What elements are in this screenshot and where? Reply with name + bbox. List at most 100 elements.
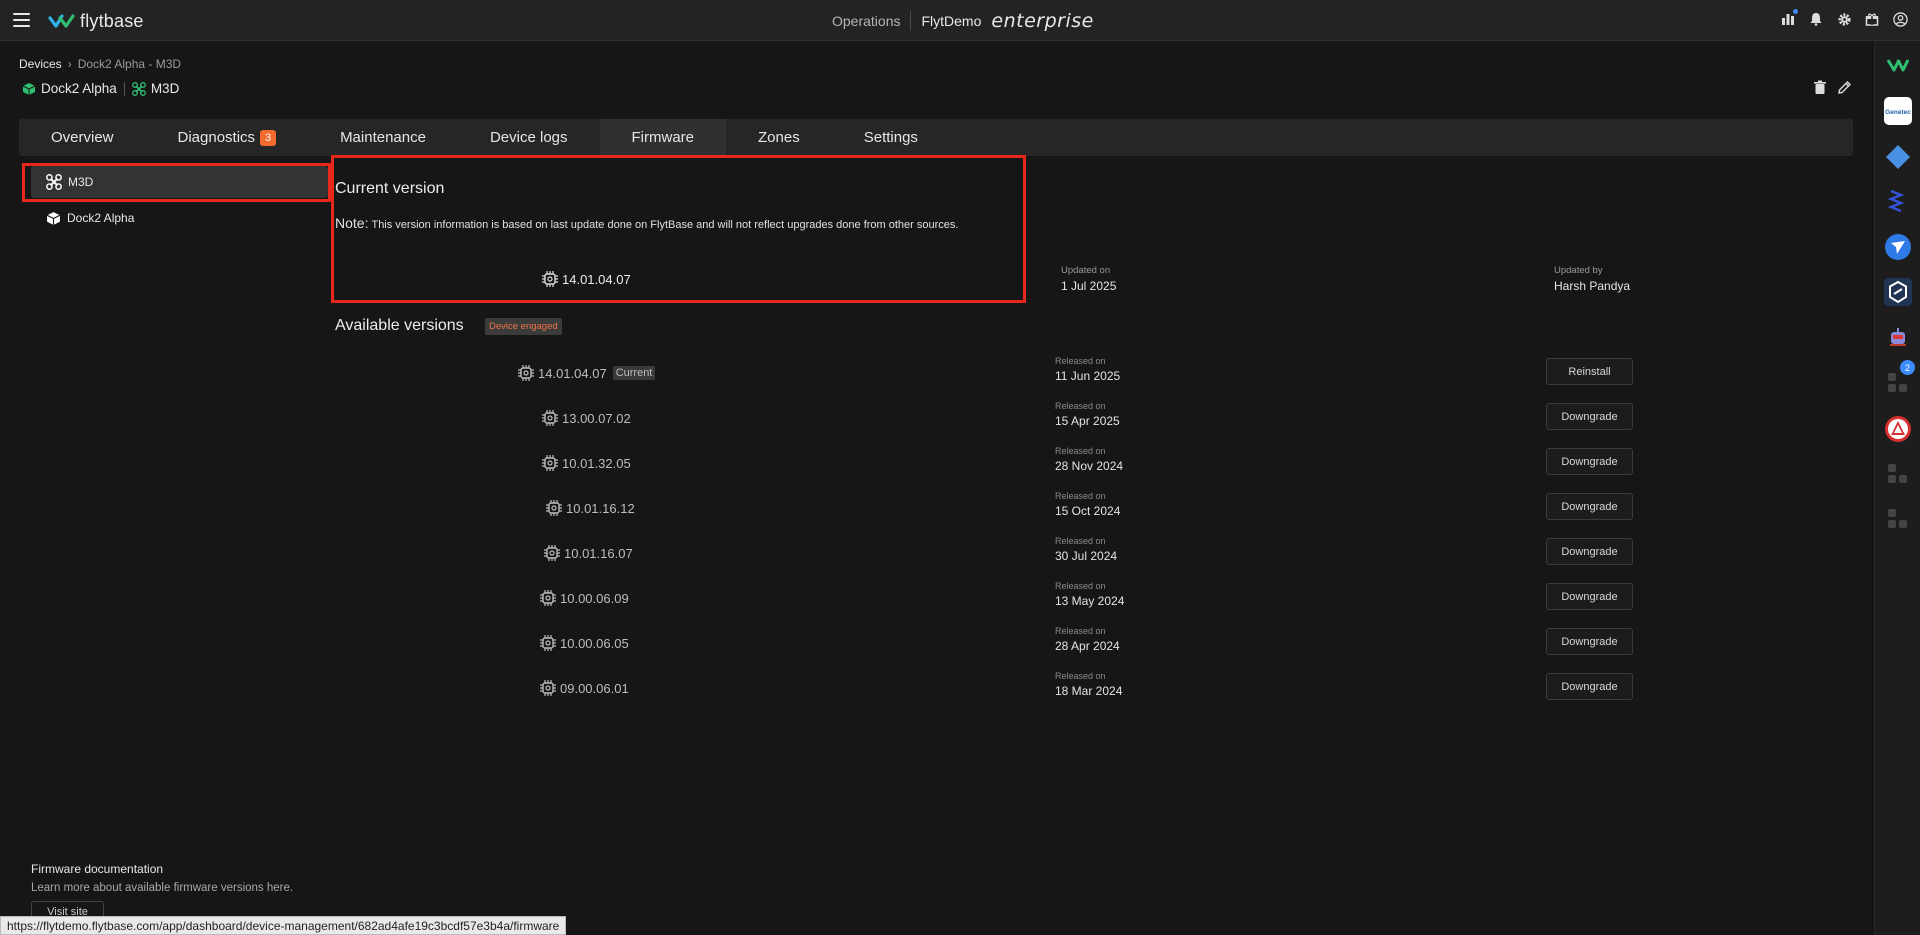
gear-icon[interactable] bbox=[1836, 11, 1852, 27]
shield-app-icon[interactable] bbox=[1883, 277, 1913, 307]
dock-icon bbox=[22, 82, 36, 95]
device-tabs: Overview Diagnostics 3 Maintenance Device… bbox=[19, 119, 1853, 156]
widget-app-icon-1[interactable]: 2 bbox=[1883, 360, 1915, 398]
current-version-note: Note: This version information is based o… bbox=[335, 215, 959, 231]
version-row: 10.01.16.12 Released on 15 Oct 2024 Downgra… bbox=[0, 491, 1700, 531]
stripes-app-icon[interactable] bbox=[1883, 187, 1913, 217]
menu-icon[interactable] bbox=[13, 13, 30, 27]
operations-label: Operations bbox=[832, 13, 901, 29]
current-version-value: 14.01.04.07 bbox=[541, 270, 631, 288]
breadcrumb-separator: › bbox=[67, 57, 72, 71]
edition-label: enterprise bbox=[991, 10, 1094, 32]
released-on: Released on 28 Apr 2024 bbox=[1055, 626, 1120, 653]
released-on: Released on 15 Apr 2025 bbox=[1055, 401, 1120, 428]
drone-icon bbox=[46, 174, 62, 190]
edit-pencil-icon[interactable] bbox=[1837, 80, 1852, 95]
tab-device-logs[interactable]: Device logs bbox=[458, 119, 600, 156]
dock-name[interactable]: Dock2 Alpha bbox=[41, 81, 117, 96]
downgrade-button[interactable]: Downgrade bbox=[1546, 583, 1633, 610]
chip-icon bbox=[540, 680, 556, 696]
diamond-app-icon[interactable] bbox=[1883, 142, 1913, 172]
version-number: 10.00.06.09 bbox=[539, 589, 629, 607]
downgrade-button[interactable]: Downgrade bbox=[1546, 448, 1633, 475]
org-name: FlytDemo bbox=[921, 13, 982, 29]
version-row: 13.00.07.02 Released on 15 Apr 2025 Downgra… bbox=[0, 401, 1700, 441]
widget-app-icon-3[interactable] bbox=[1883, 504, 1913, 534]
downgrade-button[interactable]: Downgrade bbox=[1546, 538, 1633, 565]
genetec-icon[interactable]: Genetec bbox=[1883, 96, 1913, 126]
current-updated-on: Updated on 1 Jul 2025 bbox=[1061, 265, 1117, 293]
dock-icon bbox=[46, 211, 61, 225]
released-on: Released on 18 Mar 2024 bbox=[1055, 671, 1123, 698]
drone-name[interactable]: M3D bbox=[151, 81, 180, 96]
breadcrumb-current: Dock2 Alpha - M3D bbox=[77, 57, 182, 71]
widget-app-icon-2[interactable] bbox=[1883, 459, 1913, 489]
firmware-doc-subtitle: Learn more about available firmware vers… bbox=[31, 882, 294, 894]
chip-icon bbox=[542, 410, 558, 426]
diagnostics-count-badge: 3 bbox=[260, 129, 277, 146]
analytics-icon[interactable] bbox=[1780, 9, 1798, 27]
chip-icon bbox=[542, 271, 558, 287]
tab-firmware[interactable]: Firmware bbox=[599, 119, 727, 156]
status-bar-url: https://flytdemo.flytbase.com/app/dashbo… bbox=[0, 916, 567, 935]
top-bar: flytbase Operations FlytDemo enterprise bbox=[0, 0, 1920, 41]
firmware-doc-title: Firmware documentation bbox=[31, 862, 164, 876]
trash-icon[interactable] bbox=[1813, 80, 1827, 95]
chip-icon bbox=[540, 635, 556, 651]
version-row: 10.00.06.09 Released on 13 May 2024 Downgra… bbox=[0, 581, 1700, 621]
breadcrumb-devices[interactable]: Devices bbox=[19, 57, 62, 71]
chip-icon bbox=[540, 590, 556, 606]
released-on: Released on 11 Jun 2025 bbox=[1055, 356, 1121, 383]
warning-app-icon[interactable] bbox=[1883, 414, 1913, 444]
gift-icon[interactable] bbox=[1864, 11, 1880, 27]
downgrade-button[interactable]: Downgrade bbox=[1546, 673, 1633, 700]
current-updated-by: Updated by Harsh Pandya bbox=[1554, 265, 1631, 293]
chip-icon bbox=[546, 500, 562, 516]
released-on: Released on 30 Jul 2024 bbox=[1055, 536, 1118, 563]
divider bbox=[910, 11, 912, 31]
version-number: 10.01.16.07 bbox=[543, 544, 633, 562]
version-number: 10.00.06.05 bbox=[539, 634, 629, 652]
downgrade-button[interactable]: Downgrade bbox=[1546, 628, 1633, 655]
version-number: 10.01.32.05 bbox=[541, 454, 631, 472]
tab-zones[interactable]: Zones bbox=[726, 119, 832, 156]
tab-overview[interactable]: Overview bbox=[19, 119, 146, 156]
flytbase-logo[interactable]: flytbase bbox=[48, 9, 144, 33]
new-dot bbox=[1793, 9, 1798, 14]
version-row: 14.01.04.07 Current Released on 11 Jun 2025… bbox=[0, 356, 1700, 396]
version-row: 09.00.06.01 Released on 18 Mar 2024 Downgra… bbox=[0, 671, 1700, 711]
send-app-icon[interactable] bbox=[1883, 232, 1913, 262]
device-list: M3D Dock2 Alpha bbox=[31, 166, 328, 238]
current-tag: Current bbox=[612, 366, 656, 380]
drone-icon bbox=[131, 81, 146, 96]
svg-text:Genetec: Genetec bbox=[1885, 109, 1911, 116]
version-number: 13.00.07.02 bbox=[541, 409, 631, 427]
tab-maintenance[interactable]: Maintenance bbox=[308, 119, 458, 156]
user-icon[interactable] bbox=[1892, 11, 1908, 27]
org-switcher[interactable]: Operations FlytDemo enterprise bbox=[832, 10, 1094, 32]
header-actions bbox=[1813, 80, 1852, 95]
reinstall-button[interactable]: Reinstall bbox=[1546, 358, 1633, 385]
version-number: 14.01.04.07 Current bbox=[517, 364, 656, 382]
device-list-item-dock2-alpha[interactable]: Dock2 Alpha bbox=[31, 202, 328, 234]
released-on: Released on 15 Oct 2024 bbox=[1055, 491, 1121, 518]
top-icons bbox=[1780, 9, 1908, 27]
bell-icon[interactable] bbox=[1808, 11, 1824, 27]
tab-settings[interactable]: Settings bbox=[832, 119, 950, 156]
downgrade-button[interactable]: Downgrade bbox=[1546, 493, 1633, 520]
downgrade-button[interactable]: Downgrade bbox=[1546, 403, 1633, 430]
version-number: 09.00.06.01 bbox=[539, 679, 629, 697]
chip-icon bbox=[544, 545, 560, 561]
current-version-title: Current version bbox=[335, 180, 445, 197]
version-number: 10.01.16.12 bbox=[545, 499, 635, 517]
chip-icon bbox=[542, 455, 558, 471]
breadcrumb: Devices › Dock2 Alpha - M3D bbox=[19, 57, 181, 71]
device-list-item-m3d[interactable]: M3D bbox=[31, 166, 328, 198]
released-on: Released on 13 May 2024 bbox=[1055, 581, 1125, 608]
integrations-rail: Genetec 2 bbox=[1874, 41, 1920, 935]
tab-diagnostics[interactable]: Diagnostics 3 bbox=[146, 119, 309, 156]
robot-app-icon[interactable] bbox=[1883, 322, 1913, 352]
divider bbox=[123, 81, 125, 96]
version-row: 10.01.32.05 Released on 28 Nov 2024 Downgra… bbox=[0, 446, 1700, 486]
flytbase-app-icon[interactable] bbox=[1883, 50, 1913, 80]
